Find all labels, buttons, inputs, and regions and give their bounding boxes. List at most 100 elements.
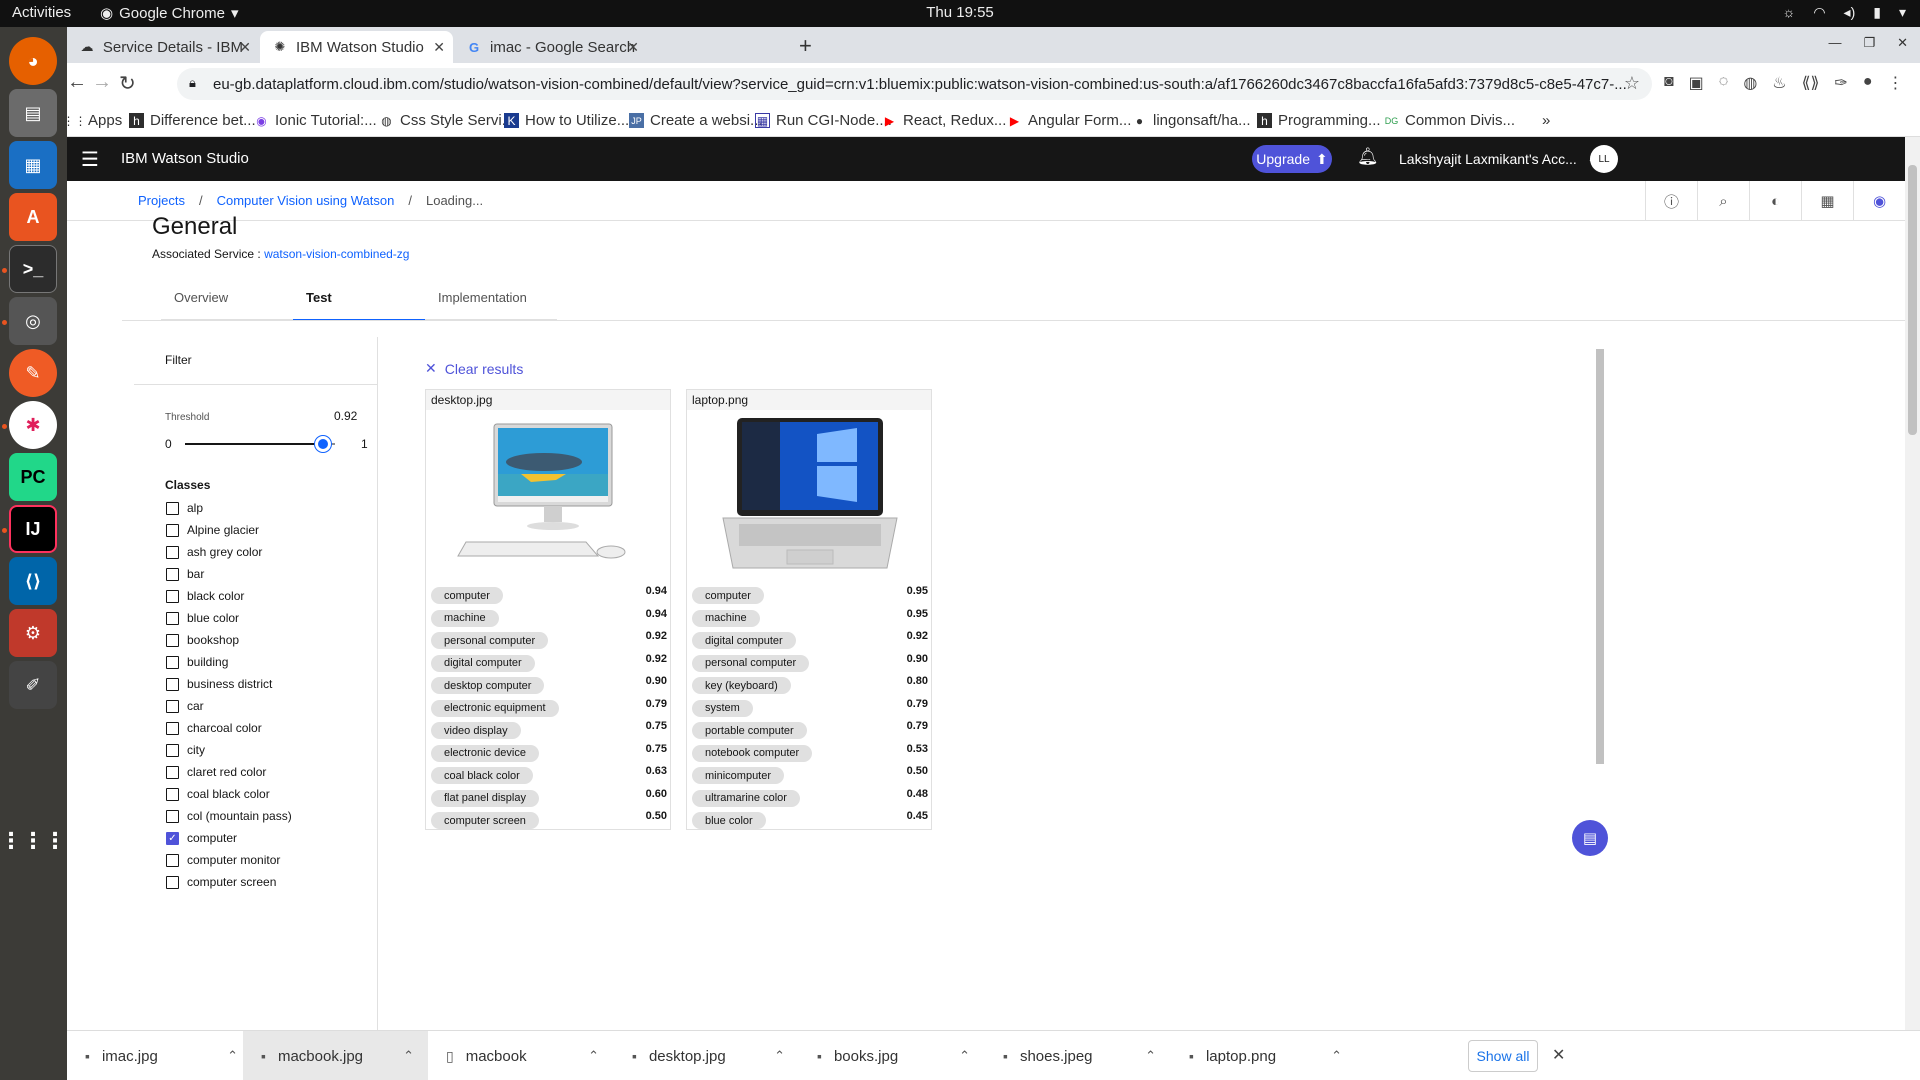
extension-icon[interactable]: ◌ [1719, 73, 1729, 93]
class-checkbox-item[interactable]: Alpine glacier [166, 519, 292, 541]
tab-implementation[interactable]: Implementation [425, 283, 557, 321]
class-checkbox-item[interactable]: coal black color [166, 783, 292, 805]
bookmark-item[interactable]: h Difference bet... [129, 112, 256, 129]
tab-overview[interactable]: Overview [161, 283, 293, 321]
show-applications-icon[interactable]: ⋮⋮⋮ [0, 817, 66, 865]
download-item[interactable]: ▪ laptop.png ⌃ [1171, 1031, 1356, 1080]
compass-icon[interactable]: ◉ [1853, 181, 1905, 221]
chrome-dock-icon[interactable]: ◎ [9, 297, 57, 345]
threshold-slider[interactable] [185, 436, 335, 452]
browser-tab-watson-studio[interactable]: ✺ IBM Watson Studio ✕ [260, 31, 453, 63]
minimize-icon[interactable]: — [1828, 35, 1841, 51]
class-checkbox-item[interactable]: computer monitor [166, 849, 292, 871]
checkbox[interactable] [166, 677, 179, 691]
close-icon[interactable]: ✕ [1552, 1045, 1565, 1065]
show-all-button[interactable]: Show all [1468, 1040, 1538, 1072]
account-switcher[interactable]: Lakshyajit Laxmikant's Acc...⌄ [1399, 150, 1598, 167]
checkbox[interactable] [166, 589, 179, 603]
download-item[interactable]: ▪ macbook.jpg ⌃ [243, 1031, 428, 1080]
extension-icon[interactable]: ◍ [1743, 73, 1757, 93]
vscode-icon[interactable]: ⟨⟩ [9, 557, 57, 605]
close-icon[interactable]: ✕ [627, 39, 639, 56]
class-checkbox-item[interactable]: ash grey color [166, 541, 292, 563]
bookmark-item[interactable]: h Programming... [1257, 112, 1381, 129]
forward-button[interactable]: → [92, 71, 112, 94]
hamburger-menu-icon[interactable]: ☰ [81, 147, 99, 172]
extension-icon[interactable]: ♨ [1772, 73, 1786, 93]
class-checkbox-item[interactable]: computer screen [166, 871, 292, 893]
checkbox[interactable] [166, 633, 179, 647]
activities-button[interactable]: Activities [12, 4, 71, 21]
checkbox[interactable] [166, 875, 179, 889]
chevron-up-icon[interactable]: ⌃ [403, 1048, 414, 1064]
slack-icon[interactable]: ✱ [9, 401, 57, 449]
brand-name[interactable]: IBM Watson Studio [121, 150, 249, 167]
chevron-up-icon[interactable]: ⌃ [588, 1048, 599, 1064]
page-scrollbar[interactable] [1905, 137, 1920, 1030]
download-item[interactable]: ▪ desktop.jpg ⌃ [614, 1031, 799, 1080]
checkbox[interactable] [166, 655, 179, 669]
bookmark-item[interactable]: JP Create a websi... [629, 112, 763, 129]
download-item[interactable]: ▪ shoes.jpeg ⌃ [985, 1031, 1170, 1080]
class-checkbox-item[interactable]: black color [166, 585, 292, 607]
postman-icon[interactable]: ✎ [9, 349, 57, 397]
bookmarks-overflow-icon[interactable]: » [1542, 112, 1550, 129]
checkbox[interactable] [166, 699, 179, 713]
checkbox[interactable] [166, 501, 179, 515]
bookmark-item[interactable]: ● lingonsaft/ha... [1132, 112, 1251, 129]
tools-icon[interactable]: ⚙ [9, 609, 57, 657]
class-checkbox-item[interactable]: city [166, 739, 292, 761]
browser-tab-google-search[interactable]: G imac - Google Search ✕ [454, 31, 647, 63]
bookmark-item[interactable]: K How to Utilize... [504, 112, 629, 129]
class-checkbox-item[interactable]: bar [166, 563, 292, 585]
checkbox[interactable] [166, 787, 179, 801]
kebab-menu-icon[interactable]: ⋮ [1888, 73, 1904, 93]
checkbox[interactable] [166, 523, 179, 537]
back-button[interactable]: ← [67, 71, 87, 94]
terminal-icon[interactable]: >_ [9, 245, 57, 293]
breadcrumb-project[interactable]: Computer Vision using Watson [217, 193, 395, 208]
new-tab-button[interactable]: + [799, 33, 812, 59]
bookmark-item[interactable]: ▶ Angular Form... [1007, 112, 1132, 129]
bookmark-item[interactable]: ▶ React, Redux... [882, 112, 1007, 129]
qr-extension-icon[interactable]: ▣ [1689, 73, 1704, 93]
class-checkbox-item[interactable]: building [166, 651, 292, 673]
scrollbar-thumb[interactable] [1596, 349, 1604, 764]
checkbox[interactable] [166, 611, 179, 625]
eyedropper-extension-icon[interactable]: ✑ [1834, 73, 1847, 93]
intellij-icon[interactable]: IJ [9, 505, 57, 553]
chevron-up-icon[interactable]: ⌃ [227, 1048, 238, 1064]
firefox-icon[interactable]: ◕ [9, 37, 57, 85]
app-menu[interactable]: ◉ Google Chrome ▾ [100, 4, 239, 23]
community-icon[interactable]: ◐ [1749, 181, 1801, 221]
checkbox[interactable] [166, 765, 179, 779]
associated-service-link[interactable]: watson-vision-combined-zg [264, 247, 409, 261]
class-checkbox-item[interactable]: charcoal color [166, 717, 292, 739]
info-icon[interactable]: ⓘ [1645, 181, 1697, 221]
chevron-up-icon[interactable]: ⌃ [774, 1048, 785, 1064]
download-item[interactable]: ▪ books.jpg ⌃ [799, 1031, 984, 1080]
bookmark-item[interactable]: DG Common Divis... [1384, 112, 1515, 129]
checkbox[interactable] [166, 545, 179, 559]
checkbox[interactable] [166, 567, 179, 581]
chat-button[interactable]: ▤ [1572, 820, 1608, 856]
clock[interactable]: Thu 19:55 [926, 4, 994, 21]
grid-icon[interactable]: ▦ [1801, 181, 1853, 221]
find-icon[interactable]: ⌕ [1697, 181, 1749, 221]
download-item[interactable]: ▪ imac.jpg ⌃ [67, 1031, 252, 1080]
chevron-up-icon[interactable]: ⌃ [1145, 1048, 1156, 1064]
breadcrumb-projects[interactable]: Projects [138, 193, 185, 208]
reload-button[interactable]: ↻ [119, 71, 136, 96]
class-checkbox-item[interactable]: bookshop [166, 629, 292, 651]
software-center-icon[interactable]: A [9, 193, 57, 241]
profile-avatar[interactable]: ● [1863, 73, 1873, 93]
files-icon[interactable]: ▤ [9, 89, 57, 137]
bookmark-item[interactable]: ◍ Css Style Servi... [379, 112, 514, 129]
chevron-up-icon[interactable]: ⌃ [959, 1048, 970, 1064]
system-tray[interactable]: ☼ ◠ ◂) ▮ ▾ [1782, 4, 1906, 21]
checkbox[interactable]: ✓ [166, 831, 179, 845]
class-checkbox-item[interactable]: col (mountain pass) [166, 805, 292, 827]
class-checkbox-item[interactable]: car [166, 695, 292, 717]
class-checkbox-item[interactable]: alp [166, 497, 292, 519]
class-checkbox-item[interactable]: claret red color [166, 761, 292, 783]
